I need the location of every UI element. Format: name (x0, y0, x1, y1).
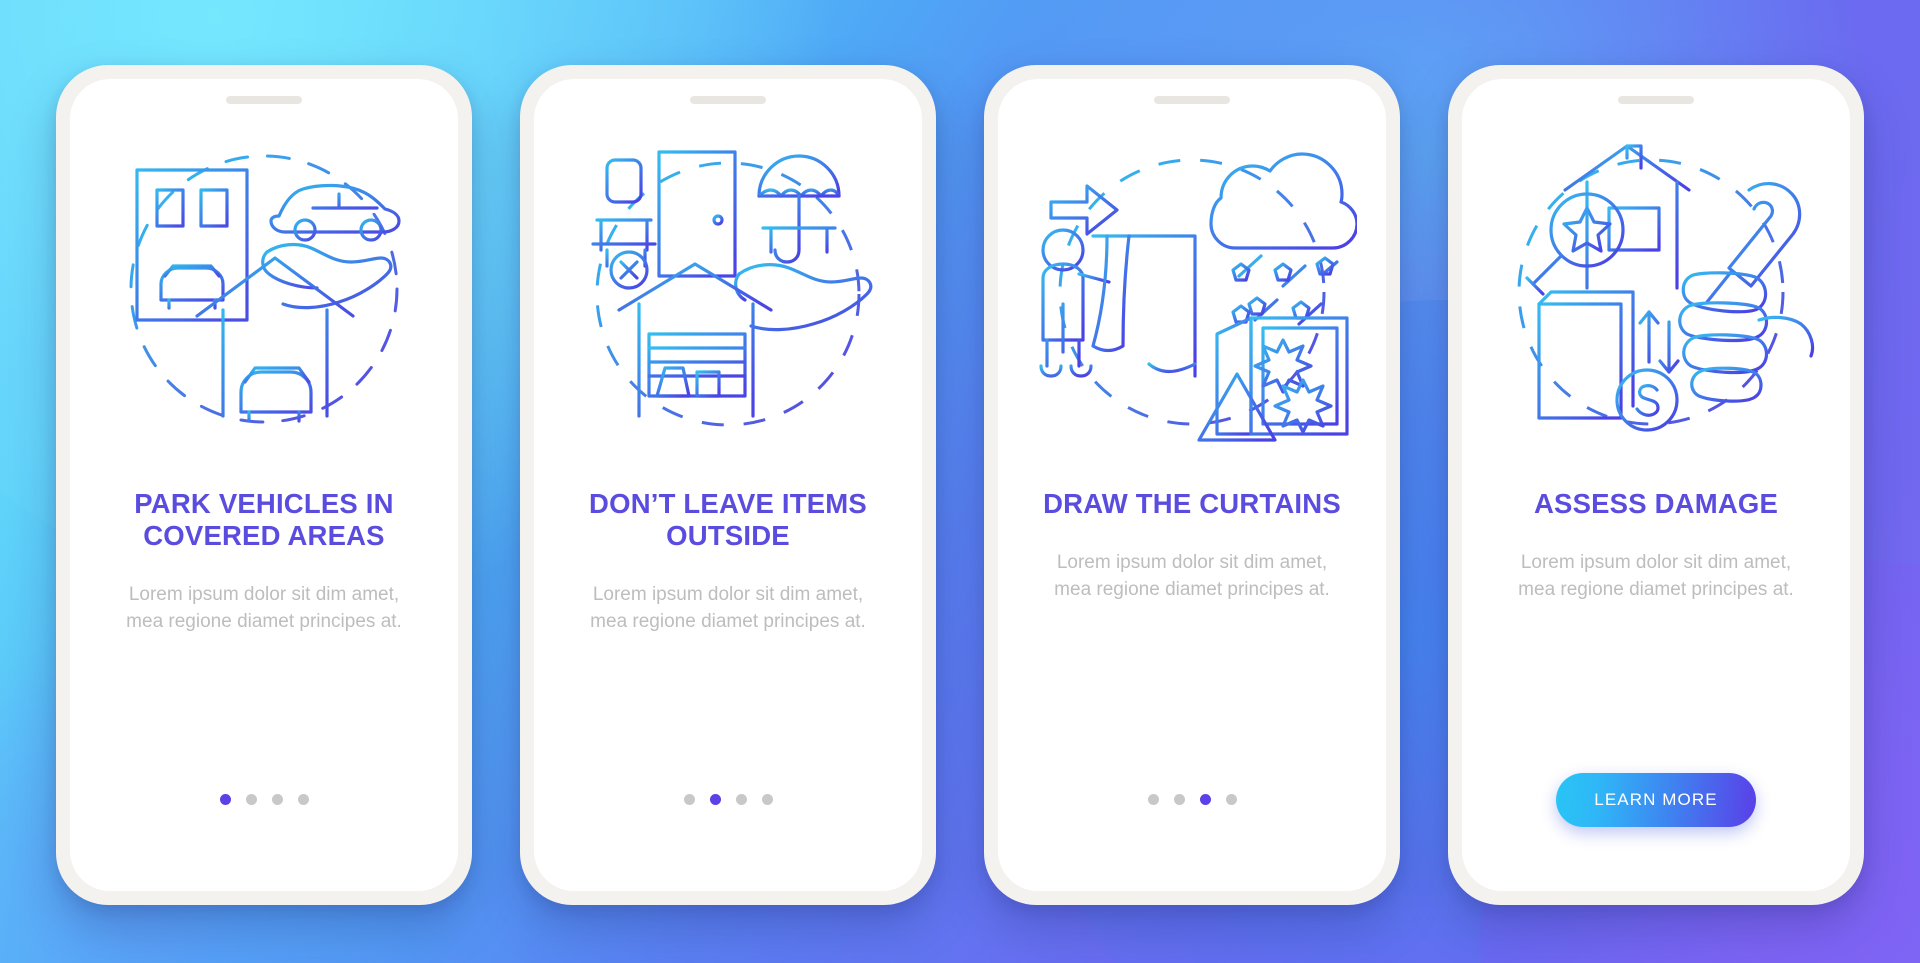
page-title: ASSESS DAMAGE (1533, 487, 1779, 519)
onboarding-screen-4: ASSESS DAMAGE Lorem ipsum dolor sit dim … (1462, 78, 1850, 891)
dont-leave-items-outside-illustration (563, 124, 893, 454)
phone-mockup-2: DON’T LEAVE ITEMS OUTSIDE Lorem ipsum do… (520, 64, 936, 905)
pagination-dot[interactable] (245, 794, 257, 805)
pagination-dots[interactable] (683, 794, 773, 805)
phone-mockup-4: ASSESS DAMAGE Lorem ipsum dolor sit dim … (1448, 64, 1864, 905)
pagination-dots[interactable] (1147, 794, 1237, 805)
phone-speaker-grill (1618, 95, 1694, 104)
pagination-dot[interactable] (1147, 794, 1159, 805)
pagination-dot[interactable] (1199, 794, 1211, 805)
pagination-dot[interactable] (297, 794, 309, 805)
screen-footer (1147, 773, 1237, 827)
pagination-dot[interactable] (709, 794, 721, 805)
pagination-dot[interactable] (761, 794, 773, 805)
phone-speaker-grill (226, 95, 302, 104)
page-body-text: Lorem ipsum dolor sit dim amet, mea regi… (126, 584, 402, 633)
page-title: DON’T LEAVE ITEMS OUTSIDE (589, 487, 867, 551)
onboarding-screen-3: DRAW THE CURTAINS Lorem ipsum dolor sit … (998, 78, 1386, 891)
park-vehicles-covered-illustration (99, 124, 429, 454)
page-title: PARK VEHICLES IN COVERED AREAS (134, 487, 394, 551)
learn-more-button[interactable]: LEARN MORE (1556, 772, 1756, 827)
pagination-dots[interactable] (219, 794, 309, 805)
page-body-text: Lorem ipsum dolor sit dim amet, mea regi… (1054, 551, 1330, 600)
assess-damage-illustration (1491, 124, 1821, 454)
pagination-dot[interactable] (219, 794, 231, 805)
phone-speaker-grill (1154, 95, 1230, 104)
pagination-dot[interactable] (1225, 794, 1237, 805)
phone-mockup-3: DRAW THE CURTAINS Lorem ipsum dolor sit … (984, 64, 1400, 905)
phone-mockup-1: PARK VEHICLES IN COVERED AREAS Lorem ips… (56, 64, 472, 905)
onboarding-screen-2: DON’T LEAVE ITEMS OUTSIDE Lorem ipsum do… (534, 78, 922, 891)
page-title: DRAW THE CURTAINS (1043, 487, 1341, 519)
screen-footer: LEARN MORE (1556, 772, 1756, 827)
pagination-dot[interactable] (735, 794, 747, 805)
phone-mockup-row: PARK VEHICLES IN COVERED AREAS Lorem ips… (0, 0, 1920, 963)
screen-footer (219, 773, 309, 827)
pagination-dot[interactable] (271, 794, 283, 805)
phone-speaker-grill (690, 95, 766, 104)
page-body-text: Lorem ipsum dolor sit dim amet, mea regi… (1518, 551, 1794, 600)
page-body-text: Lorem ipsum dolor sit dim amet, mea regi… (590, 584, 866, 633)
screen-footer (683, 773, 773, 827)
draw-the-curtains-illustration (1027, 124, 1357, 454)
onboarding-screen-1: PARK VEHICLES IN COVERED AREAS Lorem ips… (70, 78, 458, 891)
pagination-dot[interactable] (1173, 794, 1185, 805)
pagination-dot[interactable] (683, 794, 695, 805)
onboarding-mockup-canvas: PARK VEHICLES IN COVERED AREAS Lorem ips… (0, 0, 1920, 963)
